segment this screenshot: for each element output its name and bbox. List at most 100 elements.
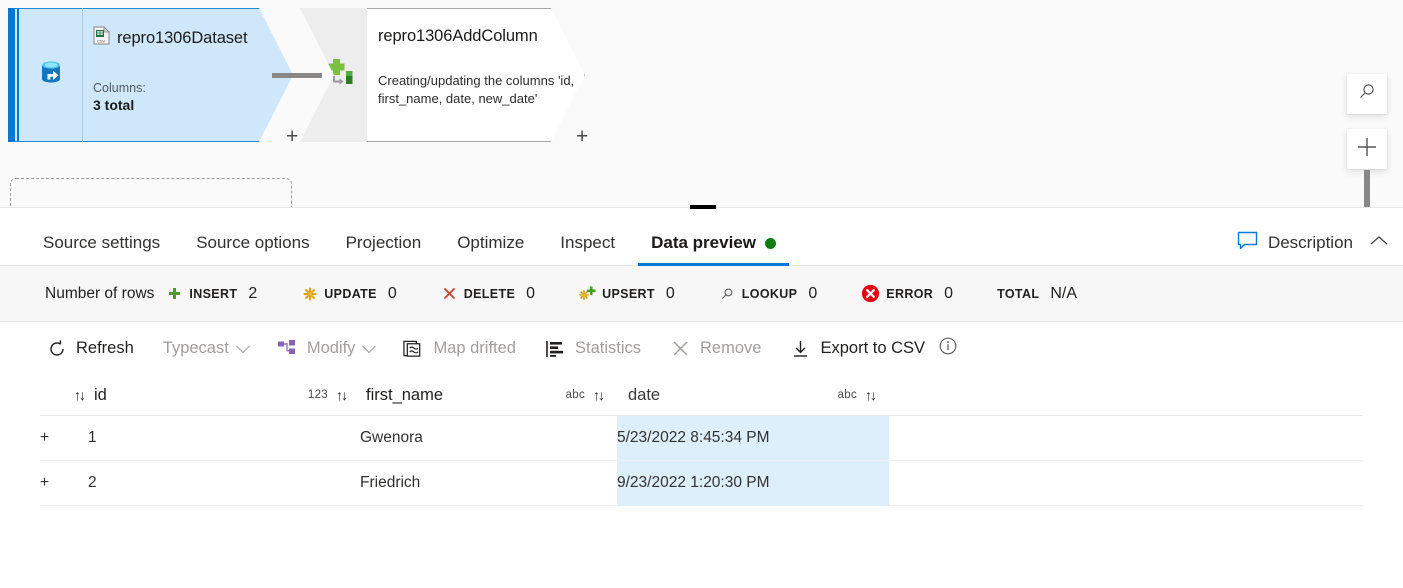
asterisk-gold-icon — [301, 285, 318, 302]
source-node-accent-bar — [8, 8, 15, 142]
refresh-button-label: Refresh — [76, 339, 134, 357]
remove-button-label: Remove — [700, 339, 762, 357]
cell-date: 5/23/2022 8:45:34 PM — [617, 415, 889, 461]
node-drop-placeholder[interactable] — [10, 178, 292, 207]
row-stats-bar: Number of rows INSERT 2 UPDATE 0 DELETE … — [0, 266, 1403, 322]
stat-upsert-label: UPSERT — [602, 286, 655, 301]
export-to-csv-button[interactable]: Export to CSV — [790, 338, 925, 359]
map-drifted-button-label: Map drifted — [433, 339, 516, 357]
search-icon — [1357, 82, 1377, 107]
header-column-id-label: id — [94, 385, 107, 404]
stat-delete: DELETE 0 — [441, 285, 535, 303]
modify-button[interactable]: Modify — [277, 338, 377, 359]
tab-label: Source options — [196, 233, 310, 252]
table-row[interactable]: + 1 Gwenora 5/23/2022 8:45:34 PM — [40, 415, 1363, 461]
upsert-icon — [579, 285, 596, 302]
properties-panel: Source settings Source options Projectio… — [0, 205, 1403, 588]
tab-source-settings[interactable]: Source settings — [30, 233, 173, 265]
tab-label: Source settings — [43, 233, 161, 252]
derived-column-node-add-button[interactable]: + — [576, 126, 588, 147]
comment-icon — [1237, 231, 1258, 255]
cell-filler — [889, 415, 1363, 461]
database-source-icon — [34, 56, 68, 95]
header-column-date[interactable]: date abc ↑↓ — [617, 375, 889, 416]
tab-data-preview[interactable]: Data preview — [638, 233, 789, 266]
tab-label: Inspect — [560, 233, 616, 252]
row-marker-insert: + — [40, 460, 88, 506]
remove-x-icon — [670, 338, 691, 359]
stat-total-value: N/A — [1050, 284, 1078, 302]
header-column-first-name[interactable]: first_name abc ↑↓ — [360, 375, 617, 416]
sort-updown-icon[interactable]: ↑↓ — [865, 388, 877, 402]
stat-total-label: TOTAL — [997, 286, 1040, 301]
table-row[interactable]: + 2 Friedrich 9/23/2022 1:20:30 PM — [40, 460, 1363, 506]
sort-updown-icon[interactable]: ↑↓ — [336, 388, 348, 402]
map-drifted-button[interactable]: Map drifted — [403, 338, 516, 359]
dataflow-canvas[interactable]: CSV repro1306Dataset Columns: 3 total + — [0, 0, 1403, 207]
modify-icon — [277, 338, 298, 359]
canvas-search-button[interactable] — [1347, 74, 1387, 114]
remove-button[interactable]: Remove — [670, 338, 761, 359]
canvas-zoom-in-button[interactable] — [1347, 129, 1387, 169]
magnifier-icon — [719, 285, 736, 302]
stat-upsert-value: 0 — [665, 284, 675, 302]
refresh-icon — [46, 338, 67, 359]
header-column-filler — [889, 375, 1363, 416]
plus-green-icon — [166, 285, 183, 302]
x-red-icon — [441, 285, 458, 302]
export-to-csv-button-label: Export to CSV — [820, 339, 926, 357]
source-node-columns-value: 3 total — [93, 97, 135, 113]
stat-update-label: UPDATE — [324, 286, 377, 301]
chevron-down-icon — [235, 338, 250, 353]
download-icon — [790, 338, 811, 359]
header-column-first-name-type: abc — [565, 389, 585, 401]
stat-lookup: LOOKUP 0 — [719, 285, 817, 303]
header-column-id-type: 123 — [307, 389, 328, 401]
tab-source-options[interactable]: Source options — [183, 233, 322, 265]
derived-column-icon-cell — [300, 8, 367, 142]
source-node-icon-cell — [19, 8, 83, 142]
data-preview-table: ↑↓ id 123 ↑↓ first_name abc ↑↓ date abc … — [40, 375, 1363, 506]
header-column-id[interactable]: id 123 ↑↓ — [88, 375, 360, 416]
refresh-button[interactable]: Refresh — [46, 338, 134, 359]
cell-first-name: Friedrich — [360, 460, 617, 506]
statistics-button-label: Statistics — [574, 339, 642, 357]
row-marker-insert: + — [40, 415, 88, 461]
header-column-first-name-label: first_name — [366, 385, 444, 404]
cell-id: 2 — [88, 460, 360, 506]
derived-column-node[interactable]: repro1306AddColumn Creating/updating the… — [300, 8, 588, 147]
panel-tabstrip: Source settings Source options Projectio… — [0, 208, 1403, 266]
stat-lookup-label: LOOKUP — [741, 286, 798, 301]
stat-delete-label: DELETE — [463, 286, 516, 301]
map-drifted-icon — [403, 338, 424, 359]
chevron-down-icon — [362, 338, 377, 353]
table-header: ↑↓ id 123 ↑↓ first_name abc ↑↓ date abc … — [40, 375, 1363, 416]
source-node-title: repro1306Dataset — [117, 28, 248, 47]
stat-error-value: 0 — [944, 284, 954, 302]
source-node-body: CSV repro1306Dataset Columns: 3 total — [83, 8, 293, 142]
derived-column-node-description: Creating/updating the columns 'id, first… — [378, 73, 575, 106]
description-button-label: Description — [1267, 233, 1353, 252]
source-node-add-button[interactable]: + — [286, 126, 298, 147]
derived-column-node-title: repro1306AddColumn — [378, 27, 538, 45]
statistics-button[interactable]: Statistics — [545, 338, 641, 359]
tab-projection[interactable]: Projection — [333, 233, 435, 265]
sort-updown-icon[interactable]: ↑↓ — [74, 388, 86, 402]
canvas-vertical-scrollbar-thumb[interactable] — [1364, 170, 1370, 207]
description-button[interactable]: Description — [1237, 231, 1353, 255]
typecast-button[interactable]: Typecast — [163, 338, 250, 358]
table-header-row: ↑↓ id 123 ↑↓ first_name abc ↑↓ date abc … — [40, 375, 1363, 416]
header-column-date-label: date — [628, 385, 661, 404]
info-icon[interactable] — [939, 337, 957, 360]
tab-optimize[interactable]: Optimize — [444, 233, 537, 265]
svg-text:CSV: CSV — [97, 39, 106, 44]
source-node[interactable]: CSV repro1306Dataset Columns: 3 total + — [8, 8, 298, 147]
stat-delete-value: 0 — [526, 284, 536, 302]
source-node-columns-label: Columns: — [93, 81, 146, 95]
sort-updown-icon[interactable]: ↑↓ — [593, 388, 605, 402]
tab-inspect[interactable]: Inspect — [547, 233, 628, 265]
stat-insert-label: INSERT — [189, 286, 238, 301]
derived-column-icon — [323, 56, 359, 95]
chevron-up-icon[interactable] — [1369, 234, 1389, 253]
plus-icon — [1355, 135, 1379, 164]
